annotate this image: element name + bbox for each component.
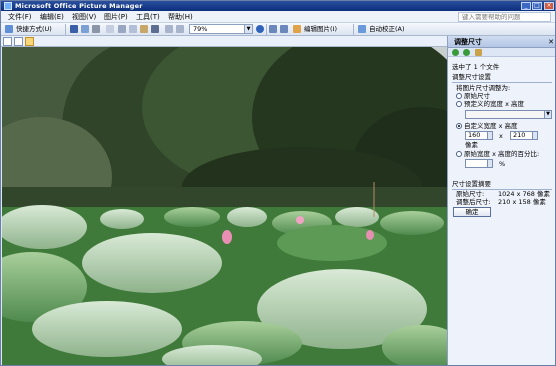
divider	[452, 82, 552, 83]
option-predefined-size-label: 预定义的宽度 x 高度	[464, 100, 524, 108]
paste-icon[interactable]	[140, 25, 148, 33]
pixels-unit-label: 像素	[465, 141, 478, 149]
percent-symbol: %	[499, 160, 506, 168]
height-spinner[interactable]	[532, 132, 537, 139]
copy-icon[interactable]	[129, 25, 137, 33]
help-search-input[interactable]: 键入需要帮助的问题	[458, 12, 551, 22]
menu-help[interactable]: 帮助(H)	[168, 11, 193, 23]
cut-icon[interactable]	[118, 25, 126, 33]
close-icon[interactable]: ✕	[548, 37, 554, 47]
auto-correct-icon	[358, 25, 366, 33]
toolbar-separator	[65, 24, 66, 35]
zoom-select[interactable]: 79% ▼	[189, 24, 253, 34]
chevron-down-icon[interactable]: ▼	[544, 111, 551, 118]
radio-percent-size[interactable]	[456, 151, 462, 157]
resize-to-label: 将图片尺寸调整为:	[456, 84, 511, 92]
rotate-right-icon[interactable]	[280, 25, 288, 33]
percent-spinner[interactable]	[487, 160, 492, 167]
original-size-value: 1024 x 768 像素	[498, 190, 550, 198]
task-pane-nav	[448, 48, 555, 57]
size-settings-heading: 调整尺寸设置	[452, 73, 491, 81]
redo-icon[interactable]	[176, 25, 184, 33]
resize-task-pane: 调整尺寸 ✕ 选中了 1 个文件 调整尺寸设置 将图片尺寸调整为: 原始尺寸 预…	[447, 36, 555, 365]
chevron-down-icon[interactable]: ▼	[244, 25, 252, 33]
picture-preview	[2, 47, 447, 365]
edit-pictures-button[interactable]: 编辑图片(I)	[304, 25, 337, 34]
ok-button[interactable]: 确定	[453, 207, 491, 217]
lotus-pond-photo	[2, 47, 447, 365]
shortcuts-icon	[5, 25, 13, 33]
custom-width-value: 160	[468, 131, 481, 139]
help-icon[interactable]	[256, 25, 264, 33]
delete-icon[interactable]	[151, 25, 159, 33]
print-icon[interactable]	[92, 25, 100, 33]
close-button[interactable]: ×	[544, 2, 554, 10]
menu-bar: 文件(F) 编辑(E) 视图(V) 图片(P) 工具(T) 帮助(H) 键入需要…	[1, 11, 555, 23]
width-spinner[interactable]	[487, 132, 492, 139]
menu-view[interactable]: 视图(V)	[72, 11, 96, 23]
toolbar-separator	[353, 24, 354, 35]
save-icon[interactable]	[70, 25, 78, 33]
undo-icon[interactable]	[165, 25, 173, 33]
new-size-label: 调整后尺寸:	[456, 198, 491, 206]
picture-manager-window: Microsoft Office Picture Manager _ □ × 文…	[0, 0, 556, 366]
menu-tools[interactable]: 工具(T)	[136, 11, 160, 23]
custom-height-value: 210	[513, 131, 526, 139]
task-pane-title: 调整尺寸	[454, 38, 482, 46]
app-icon	[4, 2, 12, 10]
menu-edit[interactable]: 编辑(E)	[40, 11, 64, 23]
option-percent-size-label: 原始宽度 x 高度的百分比:	[464, 150, 540, 158]
original-size-label: 原始尺寸:	[456, 190, 485, 198]
shortcuts-button[interactable]: 快捷方式(U)	[16, 25, 52, 34]
predefined-size-select[interactable]: ▼	[465, 110, 552, 119]
rotate-left-icon[interactable]	[269, 25, 277, 33]
main-toolbar: 快捷方式(U) 79% ▼ 编辑图片(I) 自动校正(A)	[1, 23, 555, 36]
maximize-button[interactable]: □	[532, 2, 542, 10]
custom-width-input[interactable]: 160	[465, 131, 493, 140]
radio-predefined-size[interactable]	[456, 101, 462, 107]
view-toolbar	[1, 36, 447, 47]
zoom-value: 79%	[193, 25, 208, 33]
radio-custom-size[interactable]	[456, 123, 462, 129]
summary-heading: 尺寸设置摘要	[452, 180, 491, 188]
save-all-icon[interactable]	[81, 25, 89, 33]
percent-input[interactable]	[465, 159, 493, 168]
menu-file[interactable]: 文件(F)	[8, 11, 32, 23]
filmstrip-view-button[interactable]	[14, 37, 23, 46]
selected-files-info: 选中了 1 个文件	[452, 63, 500, 71]
single-picture-view-button[interactable]	[25, 37, 34, 46]
forward-icon[interactable]	[463, 49, 470, 56]
task-pane-header: 调整尺寸 ✕	[448, 36, 555, 48]
home-icon[interactable]	[475, 49, 482, 56]
menu-picture[interactable]: 图片(P)	[104, 11, 128, 23]
toolbar-separator	[266, 24, 267, 35]
edit-pictures-icon	[293, 25, 301, 33]
thumbnail-view-button[interactable]	[3, 37, 12, 46]
new-size-value: 210 x 158 像素	[498, 198, 546, 206]
option-original-size-label: 原始尺寸	[464, 92, 490, 100]
auto-correct-button[interactable]: 自动校正(A)	[369, 25, 405, 34]
back-icon[interactable]	[452, 49, 459, 56]
custom-height-input[interactable]: 210	[510, 131, 538, 140]
times-sign: x	[499, 132, 503, 140]
email-icon[interactable]	[106, 25, 114, 33]
radio-original-size[interactable]	[456, 93, 462, 99]
minimize-button[interactable]: _	[521, 2, 531, 10]
option-custom-size-label: 自定义宽度 x 高度	[464, 122, 518, 130]
title-bar: Microsoft Office Picture Manager _ □ ×	[1, 1, 555, 11]
window-title: Microsoft Office Picture Manager	[15, 2, 143, 10]
